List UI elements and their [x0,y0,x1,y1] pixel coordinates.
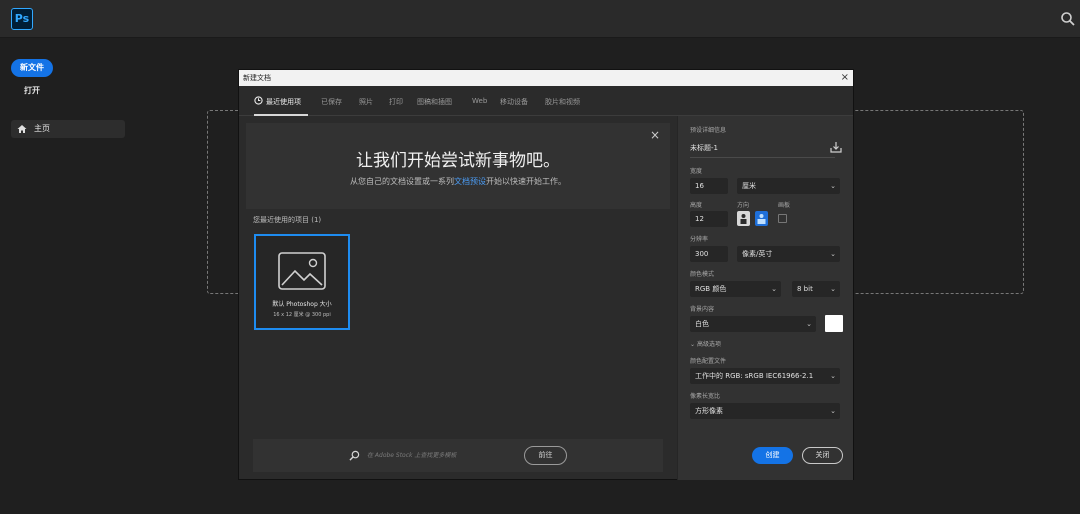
preset-category-tabs: 最近使用项 已保存 照片 打印 图稿和插图 Web 移动设备 胶片和视频 [239,86,853,116]
chevron-down-icon: ⌄ [830,372,836,380]
document-presets-link[interactable]: 文档预设 [454,177,486,186]
resolution-input[interactable]: 300 [690,246,728,262]
banner-subtitle: 从您自己的文档设置或一系列文档预设开始以快速开始工作。 [246,176,670,187]
height-input[interactable]: 12 [690,211,728,227]
search-icon [349,450,360,461]
landscape-icon [757,214,766,224]
resolution-unit-select[interactable]: 像素/英寸 ⌄ [737,246,840,262]
active-tab-indicator [254,114,308,116]
preset-name: 默认 Photoshop 大小 [272,301,332,308]
tab-photo[interactable]: 照片 [359,97,373,107]
document-name-field[interactable]: 未标题-1 [690,143,718,153]
resolution-unit-value: 像素/英寸 [742,250,773,258]
chevron-down-icon: ⌄ [830,182,836,190]
preset-card-default[interactable]: 默认 Photoshop 大小 16 x 12 厘米 @ 300 ppi [254,234,350,330]
portrait-icon [740,214,747,224]
go-button[interactable]: 前往 [524,446,567,465]
close-button[interactable]: 关闭 [802,447,843,464]
background-color-swatch[interactable] [825,315,843,332]
width-unit-value: 厘米 [742,182,756,190]
background-label: 背景内容 [690,306,715,313]
background-value: 白色 [695,320,709,328]
advanced-options-label: 高级选项 [696,341,721,348]
resolution-label: 分辨率 [690,236,709,243]
new-file-button[interactable]: 新文件 [11,59,53,77]
dialog-title: 新建文档 [243,74,271,82]
pixel-aspect-select[interactable]: 方形像素 ⌄ [690,403,840,419]
width-input[interactable]: 16 [690,178,728,194]
background-select[interactable]: 白色 ⌄ [690,316,816,332]
dialog-title-bar: 新建文档 × [239,70,853,86]
landscape-orientation-button[interactable] [755,211,768,226]
color-profile-value: 工作中的 RGB: sRGB IEC61966-2.1 [695,372,814,380]
banner-subtitle-text: 从您自己的文档设置或一系列 [350,177,454,186]
stock-search-bar: 在 Adobe Stock 上查找更多模板 前往 [253,439,663,472]
stock-search-input[interactable]: 在 Adobe Stock 上查找更多模板 [367,450,517,462]
chevron-down-icon: ⌄ [830,407,836,415]
home-left-panel: 新文件 打开 主页 [0,38,135,514]
nav-item-home[interactable]: 主页 [11,120,125,138]
document-name-underline [690,157,835,158]
chevron-down-icon: ⌄ [830,285,836,293]
tab-saved[interactable]: 已保存 [321,97,342,107]
bit-depth-value: 8 bit [797,285,813,293]
color-mode-label: 颜色模式 [690,271,715,278]
app-top-bar: Ps [0,0,1080,38]
tab-film-video[interactable]: 胶片和视频 [545,97,580,107]
artboard-checkbox[interactable] [778,214,787,223]
home-icon [17,125,27,133]
chevron-down-icon: ⌄ [806,320,812,328]
height-label: 高度 [690,202,703,209]
bit-depth-select[interactable]: 8 bit ⌄ [792,281,840,297]
photoshop-logo[interactable]: Ps [11,8,33,30]
clock-icon [254,96,263,105]
chevron-down-icon: ⌄ [771,285,777,293]
dialog-close-icon[interactable]: × [841,71,849,85]
tab-art-illustration[interactable]: 图稿和插图 [417,97,452,107]
orientation-label: 方向 [737,202,750,209]
tab-web[interactable]: Web [472,97,487,105]
save-preset-icon[interactable] [830,141,842,153]
preset-size: 16 x 12 厘米 @ 300 ppi [273,312,331,318]
pixel-aspect-label: 像素长宽比 [690,393,721,400]
image-placeholder-icon [278,252,326,290]
preset-details-panel: 预设详细信息 未标题-1 宽度 16 厘米 ⌄ 高度 方向 画板 12 分辨率 … [677,116,853,480]
color-mode-select[interactable]: RGB 颜色 ⌄ [690,281,781,297]
tab-recent[interactable]: 最近使用项 [266,97,301,107]
color-profile-select[interactable]: 工作中的 RGB: sRGB IEC61966-2.1 ⌄ [690,368,840,384]
banner-title: 让我们开始尝试新事物吧。 [356,151,560,171]
create-button[interactable]: 创建 [752,447,793,464]
welcome-banner: 让我们开始尝试新事物吧。 从您自己的文档设置或一系列文档预设开始以快速开始工作。… [246,123,670,209]
nav-item-home-label: 主页 [34,124,50,133]
artboard-label: 画板 [778,202,791,209]
open-button[interactable]: 打开 [24,85,40,96]
color-profile-label: 颜色配置文件 [690,358,727,365]
color-mode-value: RGB 颜色 [695,285,727,293]
chevron-down-icon: ⌄ [830,250,836,258]
pixel-aspect-value: 方形像素 [695,407,723,415]
recent-items-label: 您最近使用的项目 (1) [253,216,322,224]
tab-mobile[interactable]: 移动设备 [500,97,528,107]
advanced-options-toggle[interactable]: ⌄ 高级选项 [690,339,721,348]
close-icon[interactable]: × [650,128,660,142]
tab-print[interactable]: 打印 [389,97,403,107]
new-document-dialog: 新建文档 × 最近使用项 已保存 照片 打印 图稿和插图 Web 移动设备 胶片… [238,69,854,480]
search-icon[interactable] [1060,11,1076,27]
width-label: 宽度 [690,168,703,175]
portrait-orientation-button[interactable] [737,211,750,226]
banner-subtitle-text-end: 开始以快速开始工作。 [486,177,566,186]
preset-details-label: 预设详细信息 [690,127,727,134]
width-unit-select[interactable]: 厘米 ⌄ [737,178,840,194]
